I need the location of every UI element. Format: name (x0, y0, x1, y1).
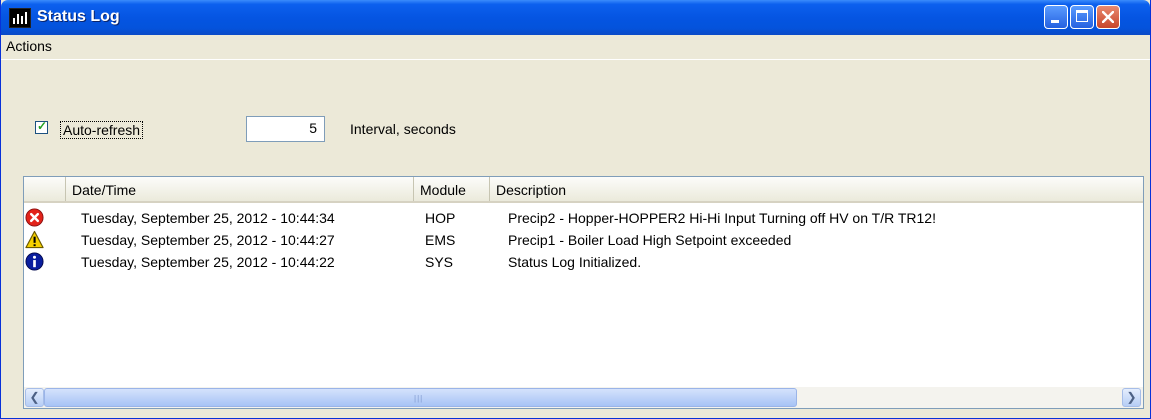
minimize-icon (1051, 20, 1059, 23)
column-header-datetime[interactable]: Date/Time (66, 177, 414, 201)
row-datetime: Tuesday, September 25, 2012 - 10:44:34 (81, 210, 335, 226)
column-header-severity[interactable] (24, 177, 66, 201)
title-bar[interactable]: Status Log (1, 0, 1150, 35)
chevron-right-icon: ❯ (1126, 390, 1137, 404)
menu-bar: Actions (1, 35, 1150, 60)
info-icon (25, 252, 44, 271)
row-module: SYS (425, 254, 454, 270)
scroll-left-button[interactable]: ❮ (25, 388, 44, 407)
table-row[interactable]: Tuesday, September 25, 2012 - 10:44:27 E… (24, 229, 1143, 251)
horizontal-scrollbar[interactable]: ❮ ||| ❯ (24, 387, 1143, 408)
maximize-icon (1076, 10, 1088, 22)
window-title: Status Log (37, 8, 120, 25)
maximize-button[interactable] (1070, 5, 1094, 29)
auto-refresh-checkbox[interactable]: ✓ (35, 119, 48, 134)
row-module: HOP (425, 210, 456, 226)
minimize-button[interactable] (1044, 5, 1068, 29)
auto-refresh-label[interactable]: Auto-refresh (60, 121, 144, 139)
warning-icon (25, 230, 44, 249)
row-datetime: Tuesday, September 25, 2012 - 10:44:27 (81, 232, 335, 248)
status-log-window: Status Log Actions ✓ Auto-refresh 5 Inte… (0, 0, 1151, 419)
grip-icon: ||| (414, 394, 424, 403)
row-datetime: Tuesday, September 25, 2012 - 10:44:22 (81, 254, 335, 270)
table-header: Date/Time Module Description (24, 177, 1143, 203)
menu-actions[interactable]: Actions (6, 38, 52, 54)
scroll-right-button[interactable]: ❯ (1122, 388, 1141, 407)
column-header-module[interactable]: Module (414, 177, 490, 201)
row-module: EMS (425, 232, 456, 248)
close-icon (1102, 11, 1114, 23)
scroll-thumb[interactable]: ||| (44, 388, 797, 407)
table-row[interactable]: Tuesday, September 25, 2012 - 10:44:22 S… (24, 251, 1143, 273)
row-description: Precip2 - Hopper-HOPPER2 Hi-Hi Input Tur… (508, 210, 936, 226)
error-icon (25, 208, 44, 227)
interval-input[interactable]: 5 (246, 116, 325, 142)
status-log-table[interactable]: Date/Time Module Description Tuesday, Se… (23, 176, 1144, 409)
interval-label: Interval, seconds (350, 121, 456, 137)
app-icon[interactable] (9, 8, 31, 28)
chevron-left-icon: ❮ (29, 390, 40, 404)
checkmark-icon: ✓ (37, 119, 48, 133)
close-button[interactable] (1096, 5, 1120, 29)
row-description: Precip1 - Boiler Load High Setpoint exce… (508, 232, 792, 248)
row-description: Status Log Initialized. (508, 254, 642, 270)
table-row[interactable]: Tuesday, September 25, 2012 - 10:44:34 H… (24, 207, 1143, 229)
column-header-description[interactable]: Description (490, 177, 1143, 201)
